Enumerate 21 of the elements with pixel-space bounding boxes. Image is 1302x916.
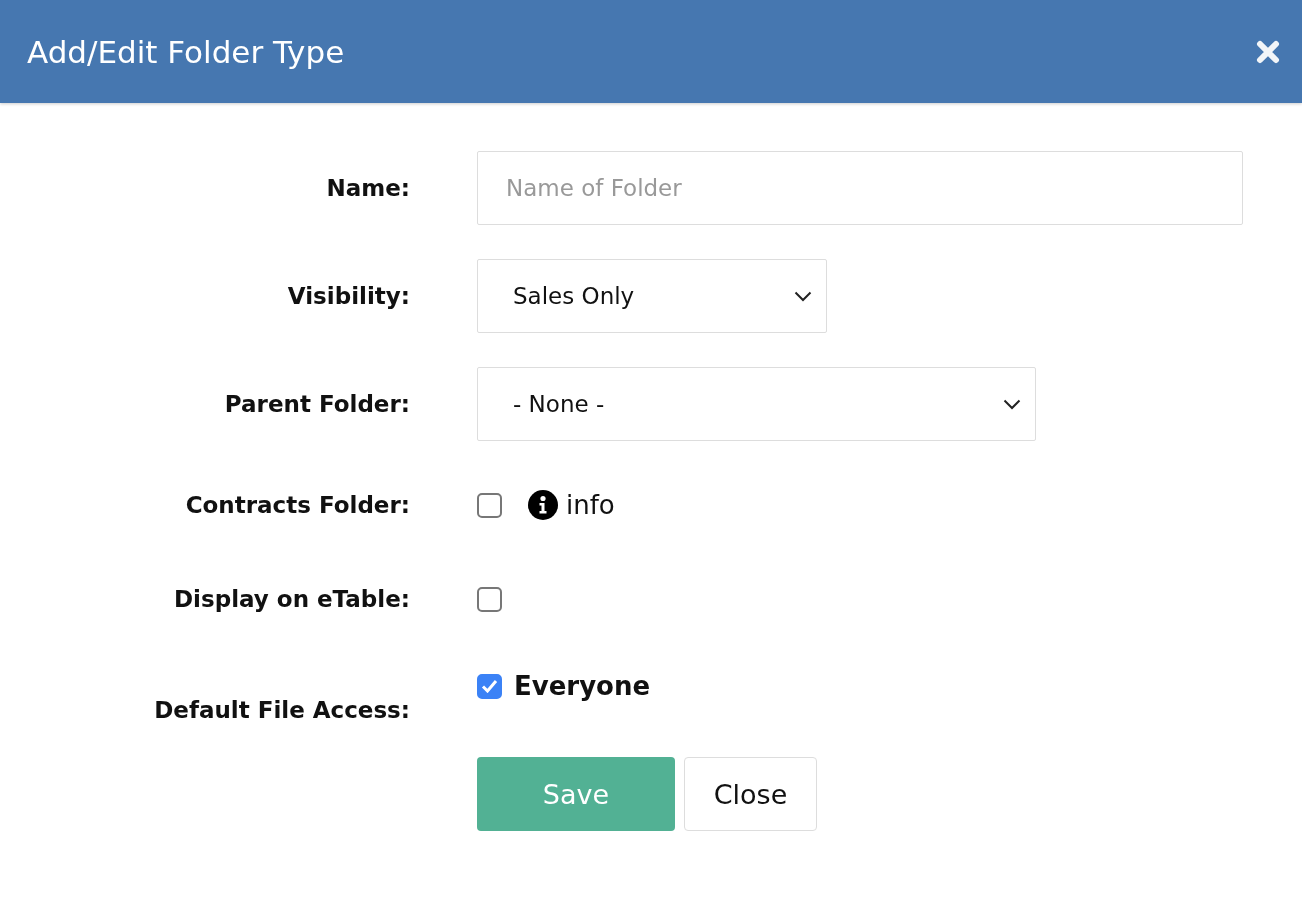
check-icon — [481, 679, 498, 693]
checkbox[interactable] — [477, 586, 502, 612]
checkbox[interactable] — [477, 673, 502, 699]
checkbox-label[interactable]: Everyone — [514, 671, 651, 701]
close-button[interactable]: Close — [684, 757, 817, 831]
field-label: Display on eTable: — [174, 586, 410, 612]
field-label: Visibility: — [287, 283, 410, 309]
info-link[interactable]: info — [566, 490, 615, 520]
close-icon[interactable] — [1256, 39, 1280, 64]
select-dropdown[interactable]: - None - — [477, 367, 1036, 441]
name-input[interactable]: Name of Folder — [477, 151, 1243, 225]
checkbox[interactable] — [477, 492, 502, 518]
field-label: Parent Folder: — [224, 391, 410, 417]
chevron-down-icon — [1003, 398, 1021, 410]
field-label: Contracts Folder: — [185, 492, 410, 518]
field-label: Name: — [326, 175, 410, 201]
chevron-down-icon — [794, 290, 812, 302]
window-title: Add/Edit Folder Type — [27, 33, 345, 70]
select-dropdown[interactable]: Sales Only — [477, 259, 827, 333]
field-label: Default File Access: — [154, 697, 410, 723]
info-icon — [528, 490, 558, 520]
